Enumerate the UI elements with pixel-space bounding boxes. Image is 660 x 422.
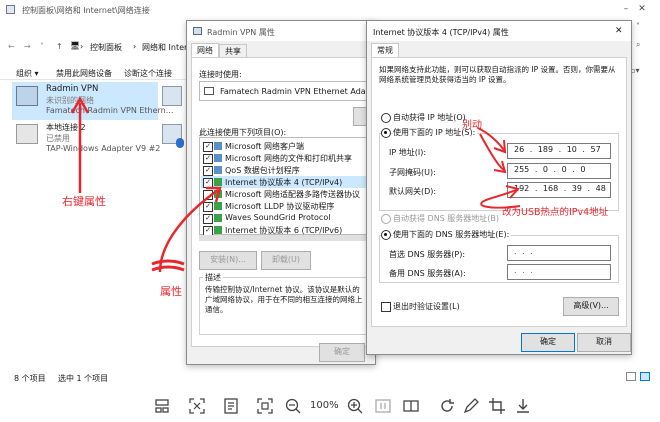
- validate-label: 退出时验证设置(L): [393, 302, 460, 311]
- explorer-titlebar: 控制面板\网络和 Internet\网络连接: [0, 0, 660, 20]
- tiles-view-icon[interactable]: [640, 372, 650, 381]
- properties-titlebar: Radmin VPN 属性: [187, 21, 375, 41]
- bluetooth-icon: [176, 138, 184, 148]
- compare-icon[interactable]: [402, 397, 420, 415]
- item-label: Waves SoundGrid Protocol: [225, 213, 331, 222]
- network-icon: [193, 27, 202, 35]
- item-label: Internet 协议版本 4 (TCP/IPv4): [225, 178, 343, 187]
- service-icon: [214, 154, 222, 162]
- auto-ip-radio[interactable]: [381, 113, 391, 123]
- advanced-button[interactable]: 高级(V)...: [563, 297, 619, 316]
- validate-checkbox[interactable]: [381, 302, 391, 312]
- fullscreen-icon[interactable]: [256, 397, 274, 415]
- properties-title: Radmin VPN 属性: [207, 28, 275, 37]
- connect-using-label: 连接时使用:: [199, 70, 242, 79]
- network-adapter-icon[interactable]: [162, 86, 182, 106]
- manual-dns-label: 使用下面的 DNS 服务器地址(E):: [393, 229, 512, 240]
- annotation-arrow-right-click: [70, 96, 90, 193]
- disable-device-button[interactable]: 禁用此网络设备: [56, 68, 112, 79]
- address-bar: ← → ˅ ↑ 🖥 › 控制面板 › 网络和 Internet: [8, 41, 201, 53]
- fit-screen-icon[interactable]: [188, 397, 206, 415]
- ipv4-title: Internet 协议版本 4 (TCP/IPv4) 属性: [373, 28, 509, 37]
- alternate-dns-input[interactable]: . . .: [507, 264, 611, 280]
- service-icon: [214, 166, 222, 174]
- preferred-dns-input[interactable]: . . .: [507, 245, 611, 261]
- rotate-icon[interactable]: [438, 397, 456, 415]
- adapter-name: Radmin VPN: [46, 84, 99, 94]
- ok-button[interactable]: 确定: [319, 343, 365, 362]
- ok-button[interactable]: 确定: [521, 333, 575, 352]
- manual-dns-radio[interactable]: [381, 230, 391, 240]
- layout-icon[interactable]: [153, 397, 171, 415]
- details-view-icon[interactable]: [626, 372, 636, 381]
- download-icon[interactable]: [514, 397, 532, 415]
- forward-icon[interactable]: →: [24, 42, 31, 51]
- network-adapter-icon: [16, 86, 38, 106]
- back-icon[interactable]: ←: [8, 42, 15, 51]
- actual-size-icon[interactable]: [374, 397, 392, 415]
- adapter-icon: [204, 87, 214, 95]
- minimize-button[interactable]: –: [618, 2, 634, 16]
- client-icon: [214, 142, 222, 150]
- chevron-down-icon[interactable]: ˅: [40, 42, 44, 51]
- folder-icon: [6, 5, 15, 14]
- search-icon[interactable]: ⌕: [636, 40, 640, 50]
- zoom-out-icon[interactable]: [284, 397, 302, 415]
- dns2-label: 备用 DNS 服务器(A):: [389, 269, 466, 278]
- annotation-dont-change: 别动: [462, 120, 482, 131]
- intro-text: 如果网络支持此功能，则可以获取自动指派的 IP 设置。否则，你需要从网络系统管理…: [379, 65, 616, 84]
- item-label: Microsoft LLDP 协议驱动程序: [225, 202, 335, 211]
- auto-dns-label: 自动获得 DNS 服务器地址(B): [393, 214, 500, 223]
- cancel-button[interactable]: 取消: [577, 333, 631, 352]
- status-item-count: 8 个项目: [14, 374, 46, 383]
- crop-icon[interactable]: [488, 397, 506, 415]
- item-label: Microsoft 网络适配器多路传送器协议: [225, 190, 360, 199]
- annotation-properties: 属性: [160, 285, 182, 298]
- up-icon[interactable]: ↑: [56, 42, 63, 51]
- close-icon[interactable]: ✕: [634, 2, 650, 16]
- ocr-icon[interactable]: [222, 397, 240, 415]
- organize-menu[interactable]: 组织 ▾: [16, 68, 39, 79]
- item-label: Microsoft 网络客户端: [225, 142, 304, 151]
- control-panel-icon: 🖥: [70, 41, 81, 50]
- manual-ip-radio[interactable]: [381, 128, 391, 138]
- zoom-level: 100%: [310, 400, 339, 411]
- item-label: QoS 数据包计划程序: [225, 166, 300, 175]
- tab-network[interactable]: 网络: [191, 43, 219, 58]
- annotation-arrow-properties: [151, 186, 222, 273]
- description-text: 传输控制协议/Internet 协议。该协议是默认的广域网络协议，用于在不同的相…: [205, 285, 363, 314]
- ipv4-titlebar: Internet 协议版本 4 (TCP/IPv4) 属性 ✕: [367, 21, 631, 41]
- chevron-down-icon[interactable]: ˅: [636, 22, 640, 31]
- annotation-right-click: 右键属性: [62, 195, 106, 208]
- diagnose-button[interactable]: 诊断这个连接: [124, 68, 172, 79]
- edit-icon[interactable]: [462, 397, 480, 415]
- item-checkbox[interactable]: ✓: [203, 166, 213, 176]
- status-selected: 选中 1 个项目: [58, 374, 109, 383]
- auto-dns-radio[interactable]: [381, 214, 391, 224]
- adapter-field: Famatech Radmin VPN Ethernet Adapter: [199, 81, 382, 101]
- network-adapter-icon: [16, 124, 38, 144]
- close-icon[interactable]: ✕: [615, 26, 623, 36]
- breadcrumb-control-panel[interactable]: 控制面板: [90, 42, 122, 53]
- annotation-usb-hotspot: 改为USB热点的IPv4地址: [502, 207, 609, 218]
- item-checkbox[interactable]: ✓: [203, 142, 213, 152]
- uninstall-button[interactable]: 卸载(U): [261, 251, 311, 270]
- item-label: Microsoft 网络的文件和打印机共享: [225, 154, 352, 163]
- dns1-label: 首选 DNS 服务器(P):: [389, 250, 466, 259]
- adapter-name: Famatech Radmin VPN Ethernet Adapter: [220, 87, 383, 96]
- zoom-in-icon[interactable]: [346, 397, 364, 415]
- item-checkbox[interactable]: ✓: [203, 154, 213, 164]
- window-title: 控制面板\网络和 Internet\网络连接: [22, 6, 150, 15]
- tab-general[interactable]: 常规: [371, 43, 399, 58]
